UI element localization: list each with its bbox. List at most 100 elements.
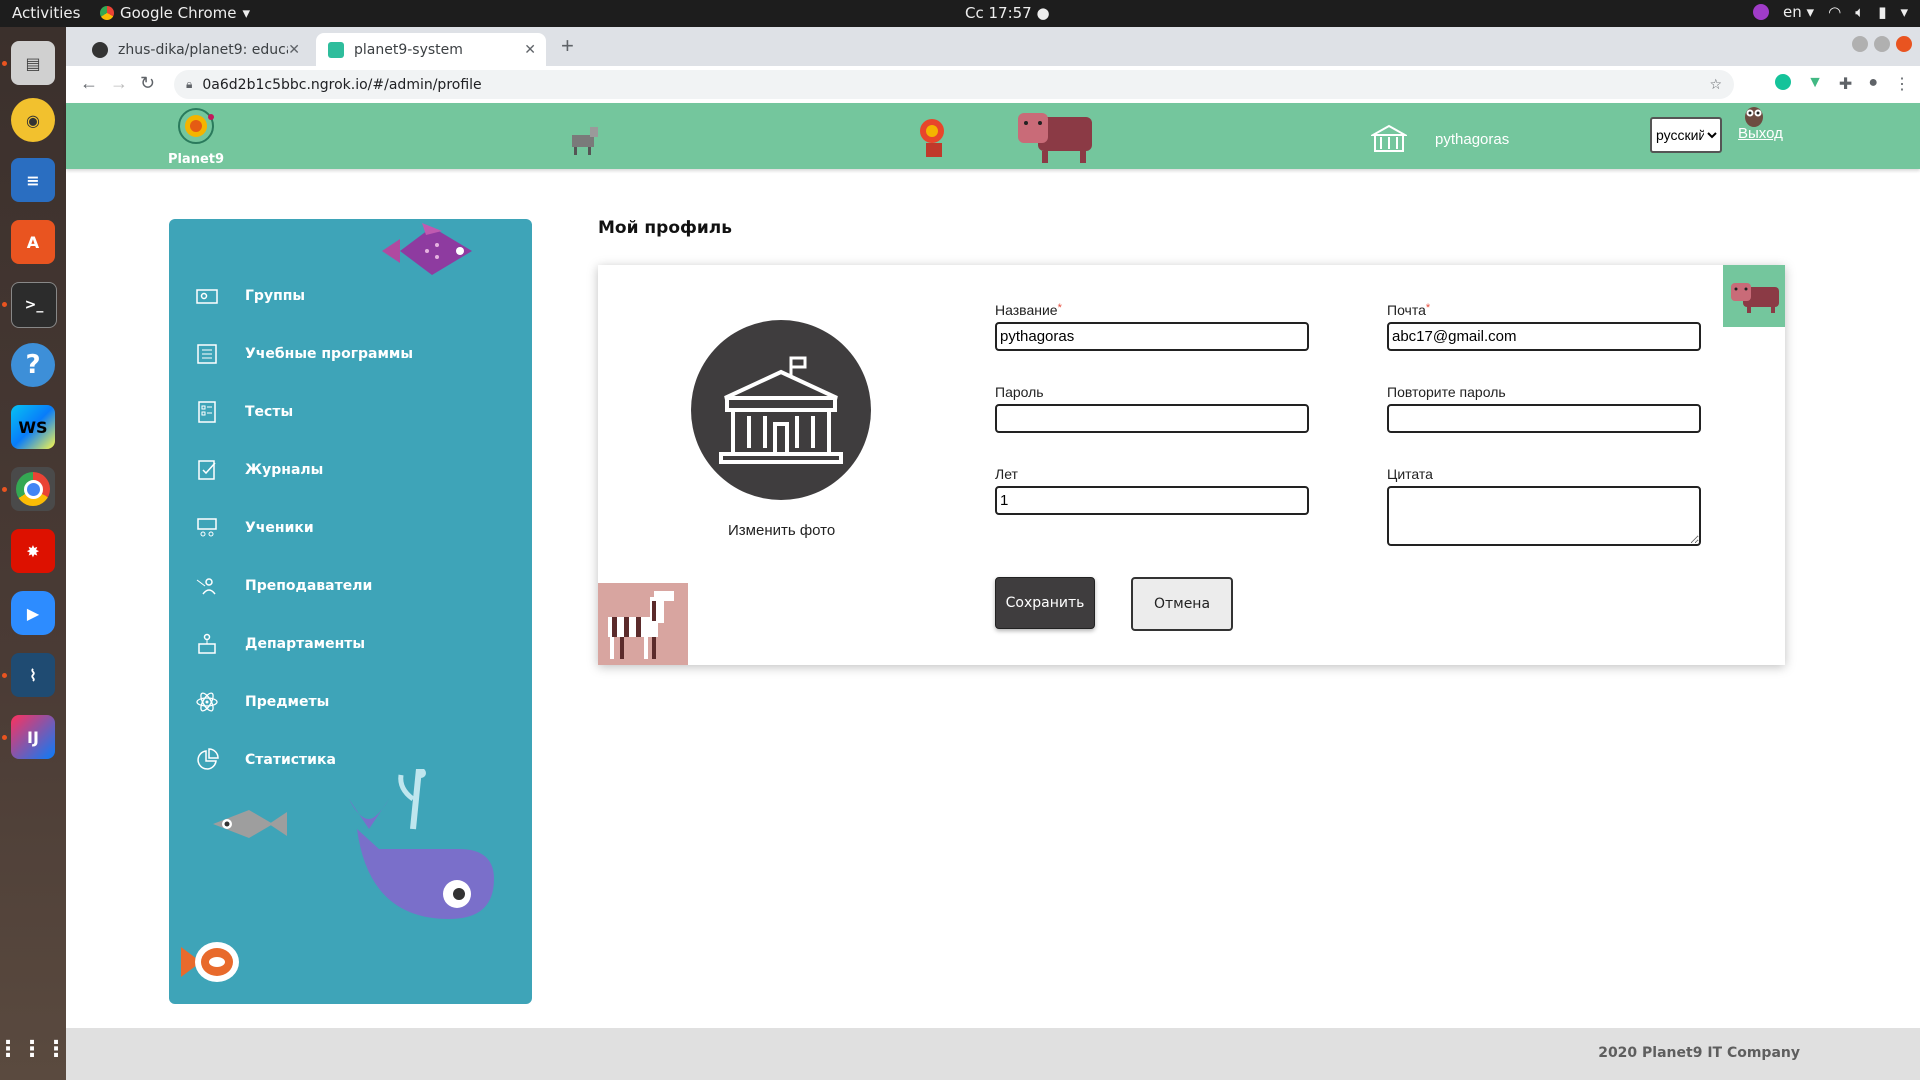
zoom-icon[interactable]: ▶	[11, 591, 55, 635]
required-mark: *	[1057, 302, 1062, 314]
browser-toolbar: ← → ↻ 🔒︎ 0a6d2b1c5bbc.ngrok.io/#/admin/p…	[66, 66, 1920, 104]
github-icon	[92, 41, 108, 58]
school-building-icon	[1371, 124, 1407, 152]
tab-planet9[interactable]: planet9-system ✕	[316, 33, 546, 66]
running-indicator	[2, 673, 7, 678]
new-tab-button[interactable]: +	[561, 33, 574, 59]
maximize-icon[interactable]	[1874, 36, 1890, 52]
close-icon[interactable]: ✕	[288, 42, 300, 58]
language-label: en	[1783, 3, 1802, 21]
grammarly-icon[interactable]	[1775, 74, 1792, 90]
departments-icon	[198, 633, 216, 654]
orange-fish-decoration-icon	[181, 942, 239, 982]
logo-text: Planet9	[167, 152, 225, 167]
firefox-indicator-icon[interactable]	[1753, 4, 1770, 20]
chevron-down-icon: ▾	[1900, 3, 1908, 21]
close-window-icon[interactable]	[1896, 36, 1912, 52]
sidebar-item-teachers[interactable]: Преподаватели	[195, 566, 372, 606]
cancel-button[interactable]: Отмена	[1131, 577, 1233, 631]
save-button[interactable]: Сохранить	[995, 577, 1095, 629]
intellij-icon[interactable]: IJ	[11, 715, 55, 759]
show-apps-icon[interactable]: ⋮⋮⋮	[0, 1027, 67, 1071]
password-input[interactable]	[995, 404, 1309, 433]
tab-github[interactable]: zhus-dika/planet9: educa ✕	[80, 33, 310, 66]
sidebar-item-groups[interactable]: Группы	[195, 276, 305, 316]
sidebar-item-subjects[interactable]: Предметы	[195, 682, 329, 722]
kebab-menu-icon[interactable]: ⋮	[1894, 74, 1910, 94]
help-icon[interactable]: ?	[11, 343, 55, 387]
quote-textarea[interactable]	[1387, 486, 1701, 546]
profile-avatar-icon[interactable]: ●	[1868, 74, 1878, 94]
students-icon	[197, 518, 217, 537]
groups-icon	[196, 289, 218, 304]
footer-copyright: 2020 Planet9 IT Company	[1598, 1045, 1800, 1061]
profile-avatar[interactable]	[691, 320, 871, 500]
minimize-icon[interactable]	[1852, 36, 1868, 52]
repeat-password-input[interactable]	[1387, 404, 1701, 433]
terminal-icon[interactable]: >_	[11, 282, 57, 328]
sidebar-item-label: Департаменты	[245, 636, 366, 652]
vue-devtools-icon[interactable]: ▼	[1807, 74, 1823, 94]
bookmark-star-icon[interactable]: ☆	[1709, 77, 1722, 93]
page-title: Мой профиль	[598, 218, 732, 238]
activities-button[interactable]: Activities	[12, 4, 80, 22]
change-photo-link[interactable]: Изменить фото	[728, 522, 835, 539]
email-input[interactable]	[1387, 322, 1701, 351]
sidebar-item-statistics[interactable]: Статистика	[195, 740, 336, 780]
address-bar[interactable]: 🔒︎ 0a6d2b1c5bbc.ngrok.io/#/admin/profile…	[174, 70, 1734, 99]
mysql-workbench-icon[interactable]: ⌇	[11, 653, 55, 697]
goat-icon	[572, 127, 598, 155]
running-indicator	[2, 302, 7, 307]
footer: 2020 Planet9 IT Company	[66, 1028, 1920, 1080]
battery-icon: ▮	[1878, 3, 1887, 21]
rhythmbox-icon[interactable]: ◉	[11, 98, 55, 142]
window-controls	[1852, 36, 1912, 52]
zebra-icon	[608, 591, 674, 659]
webstorm-icon[interactable]: WS	[11, 405, 55, 449]
lock-icon[interactable]: 🔒︎	[186, 77, 192, 92]
extensions-area: ▼ ✚ ● ⋮	[1775, 74, 1910, 94]
required-mark: *	[1425, 302, 1431, 314]
system-tray[interactable]: en ▾ ◠ 🔈︎ ▮ ▾	[1753, 3, 1908, 21]
language-select[interactable]: русский	[1650, 117, 1722, 153]
hippo-icon	[1731, 283, 1779, 313]
sidebar-item-journals[interactable]: Журналы	[195, 450, 323, 490]
tests-icon	[198, 401, 216, 423]
close-icon[interactable]: ✕	[524, 42, 536, 58]
wolfram-icon[interactable]: ✸	[11, 529, 55, 573]
planet-logo-icon	[178, 108, 214, 144]
sidebar: Группы Учебные программы Тесты Журналы У…	[169, 219, 532, 1004]
sidebar-item-label: Тесты	[245, 404, 294, 420]
name-label-text: Название	[995, 302, 1058, 318]
browser-tab-strip: zhus-dika/planet9: educa ✕ planet9-syste…	[66, 27, 1920, 66]
wifi-icon: ◠	[1828, 3, 1842, 21]
chrome-dock-icon[interactable]	[11, 467, 55, 511]
back-icon[interactable]: ←	[80, 73, 98, 94]
planet9-logo[interactable]: Planet9	[166, 105, 226, 167]
forward-icon[interactable]: →	[110, 73, 128, 94]
writer-icon[interactable]: ≡	[11, 158, 55, 202]
age-input[interactable]	[995, 486, 1309, 515]
curriculum-icon	[197, 344, 217, 364]
name-input[interactable]	[995, 322, 1309, 351]
sidebar-item-departments[interactable]: Департаменты	[195, 624, 365, 664]
sidebar-item-curriculum[interactable]: Учебные программы	[195, 334, 413, 374]
software-center-icon[interactable]: A	[11, 220, 55, 264]
language-indicator[interactable]: en ▾	[1783, 3, 1814, 21]
purple-fish-decoration-icon	[382, 223, 472, 275]
tab-title: planet9-system	[354, 41, 463, 58]
app-menu[interactable]: Google Chrome ▾	[100, 4, 250, 22]
header-user[interactable]: pythagoras	[1371, 123, 1509, 155]
sidebar-item-students[interactable]: Ученики	[195, 508, 314, 548]
sidebar-item-tests[interactable]: Тесты	[195, 392, 293, 432]
reload-icon[interactable]: ↻	[140, 73, 155, 94]
gray-fish-decoration-icon	[213, 810, 287, 838]
email-label: Почта*	[1387, 302, 1430, 318]
sidebar-item-label: Предметы	[245, 694, 330, 710]
extensions-puzzle-icon[interactable]: ✚	[1839, 74, 1852, 94]
files-icon[interactable]: ▤	[11, 41, 55, 85]
tab-title: zhus-dika/planet9: educa	[118, 41, 288, 58]
sidebar-item-label: Группы	[245, 288, 306, 304]
logout-link[interactable]: Выход	[1738, 125, 1783, 142]
clock[interactable]: Сс 17:57 ●	[965, 4, 1050, 22]
